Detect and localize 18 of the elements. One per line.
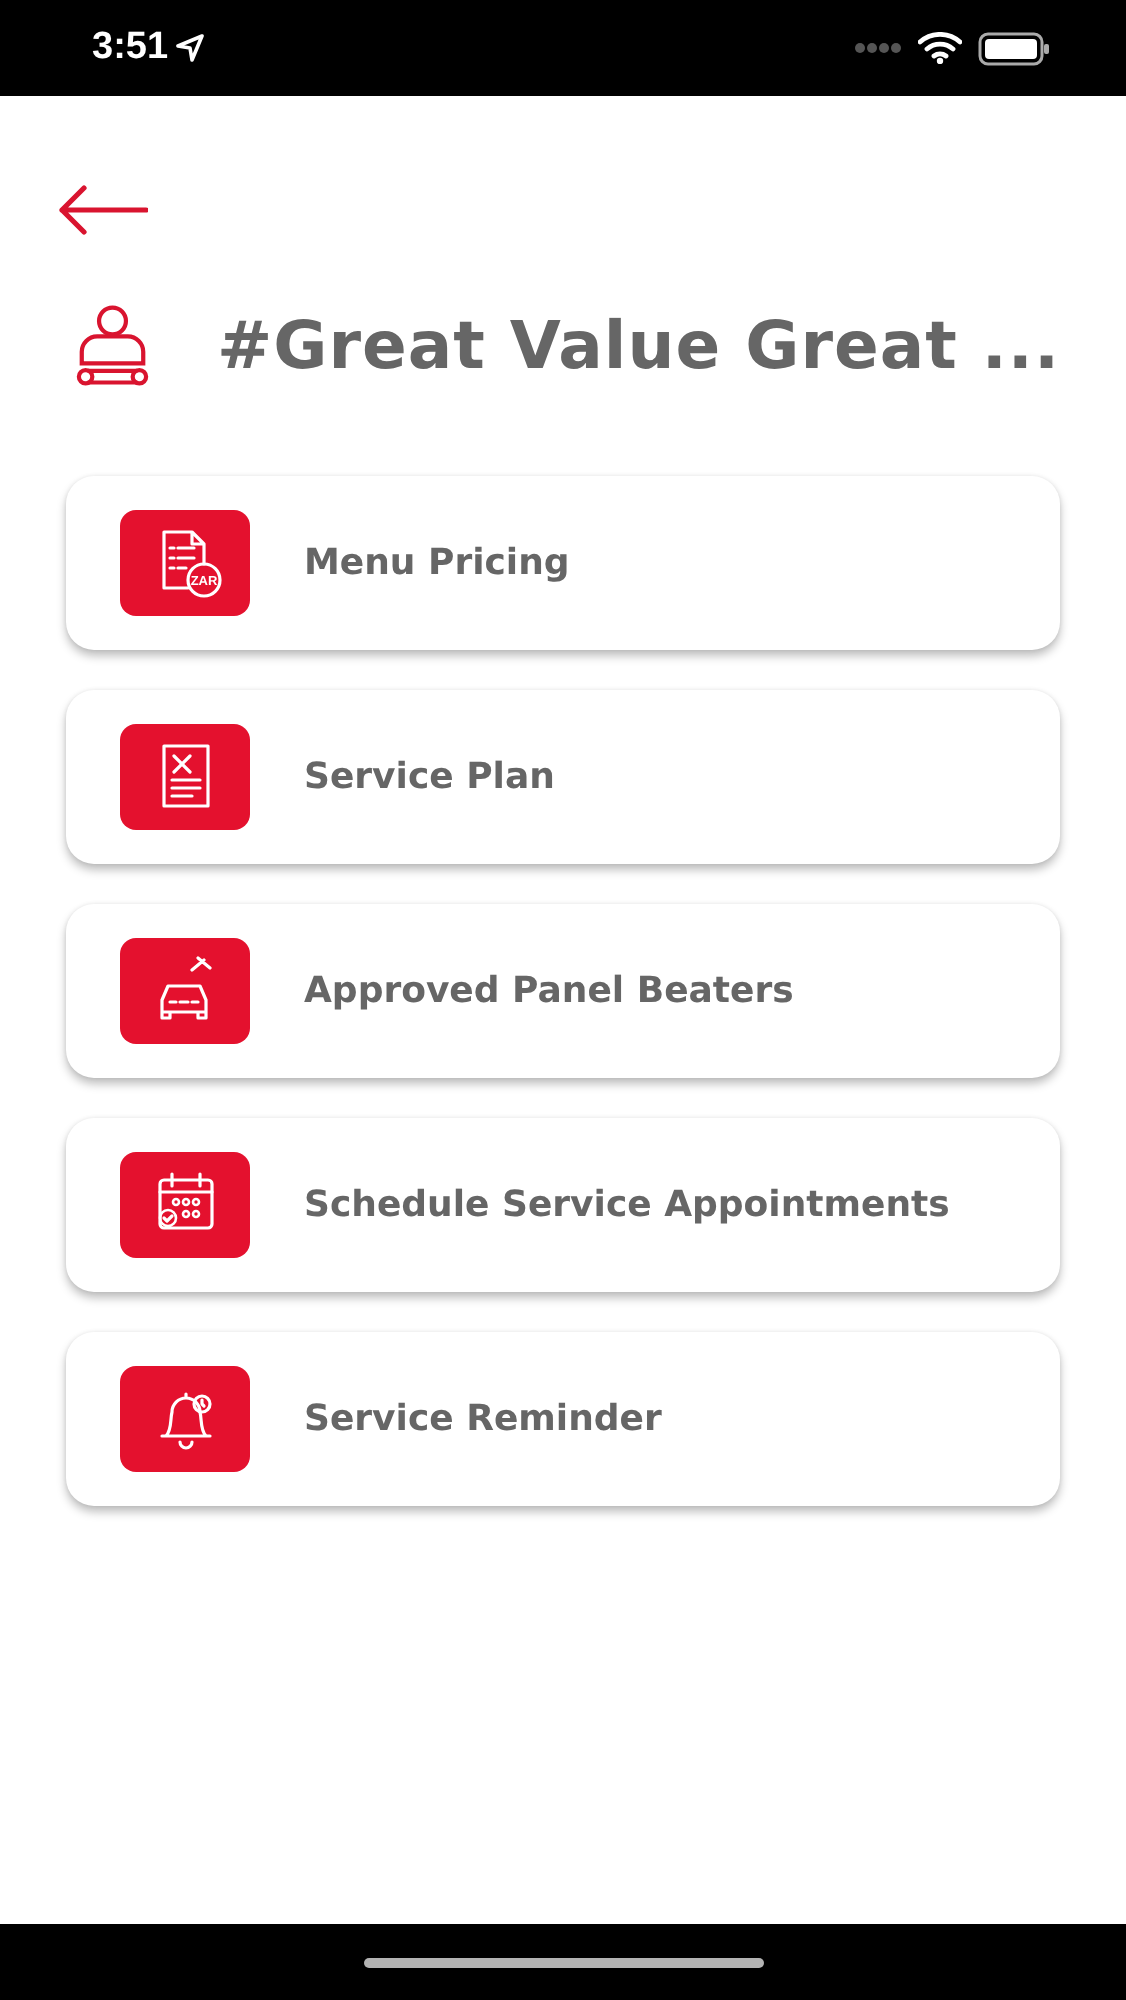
menu-card[interactable]: Service Plan [66, 689, 1060, 863]
wifi-icon [918, 32, 962, 64]
menu-label: Service Plan [304, 753, 555, 801]
page-title: #Great Value Great ... [217, 304, 1060, 388]
status-time: 3:51 [92, 23, 169, 72]
menu-label: Approved Panel Beaters [304, 967, 794, 1015]
signal-icon [854, 42, 902, 54]
menu-card[interactable]: Service Reminder [66, 1331, 1060, 1505]
back-arrow-icon[interactable] [56, 184, 148, 236]
menu-label: Service Reminder [304, 1395, 662, 1443]
location-icon [176, 34, 205, 62]
battery-icon [978, 31, 1050, 65]
menu-card[interactable]: Approved Panel Beaters [66, 903, 1060, 1077]
menu-label: Menu Pricing [304, 539, 570, 587]
home-indicator[interactable] [363, 1957, 763, 1967]
menu-card[interactable]: Schedule Service Appointments [66, 1117, 1060, 1291]
menu-label: Schedule Service Appointments [304, 1181, 950, 1229]
mechanic-icon [76, 303, 149, 388]
